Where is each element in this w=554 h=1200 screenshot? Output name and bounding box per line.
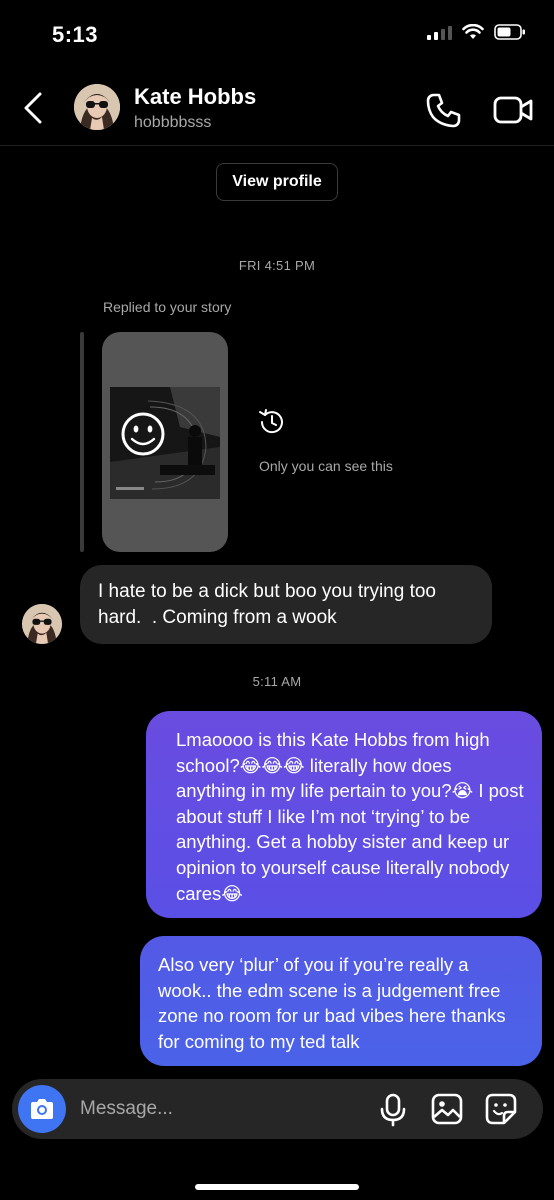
incoming-message-bubble[interactable]: I hate to be a dick but boo you trying t… bbox=[80, 565, 492, 644]
home-indicator[interactable] bbox=[195, 1184, 359, 1190]
video-camera-icon[interactable] bbox=[492, 90, 534, 130]
replied-to-story-label: Replied to your story bbox=[103, 299, 232, 315]
view-profile-button[interactable]: View profile bbox=[216, 163, 338, 201]
reply-indicator-line bbox=[80, 332, 84, 552]
status-bar: 5:13 bbox=[0, 0, 554, 70]
story-image bbox=[110, 387, 220, 499]
camera-icon bbox=[31, 1099, 53, 1119]
outgoing-message-bubble[interactable]: Lmaoooo is this Kate Hobbs from high sch… bbox=[146, 711, 542, 918]
thread-header: Kate Hobbs hobbbbsss bbox=[0, 70, 554, 146]
story-thumbnail[interactable] bbox=[102, 332, 228, 552]
cellular-signal-icon bbox=[427, 24, 452, 40]
message-input[interactable] bbox=[80, 1089, 370, 1129]
battery-icon bbox=[494, 24, 525, 40]
gallery-icon[interactable] bbox=[430, 1092, 464, 1126]
status-icons bbox=[427, 24, 526, 40]
camera-button[interactable] bbox=[18, 1085, 66, 1133]
contact-avatar[interactable] bbox=[74, 84, 120, 130]
story-visibility-note: Only you can see this bbox=[259, 458, 393, 474]
microphone-icon[interactable] bbox=[378, 1093, 408, 1127]
sticker-icon[interactable] bbox=[484, 1092, 518, 1126]
back-arrow-icon[interactable] bbox=[20, 90, 50, 126]
contact-handle[interactable]: hobbbbsss bbox=[134, 114, 211, 132]
wifi-icon bbox=[462, 24, 484, 39]
timestamp: FRI 4:51 PM bbox=[238, 258, 316, 273]
message-composer bbox=[12, 1079, 543, 1139]
outgoing-message-bubble[interactable]: Also very ‘plur’ of you if you’re really… bbox=[140, 936, 542, 1066]
status-time: 5:13 bbox=[52, 22, 99, 47]
sender-avatar[interactable] bbox=[22, 604, 62, 644]
phone-icon[interactable] bbox=[424, 90, 464, 130]
timestamp: 5:11 AM bbox=[252, 674, 302, 689]
history-icon bbox=[259, 409, 283, 434]
contact-name[interactable]: Kate Hobbs bbox=[134, 84, 256, 110]
